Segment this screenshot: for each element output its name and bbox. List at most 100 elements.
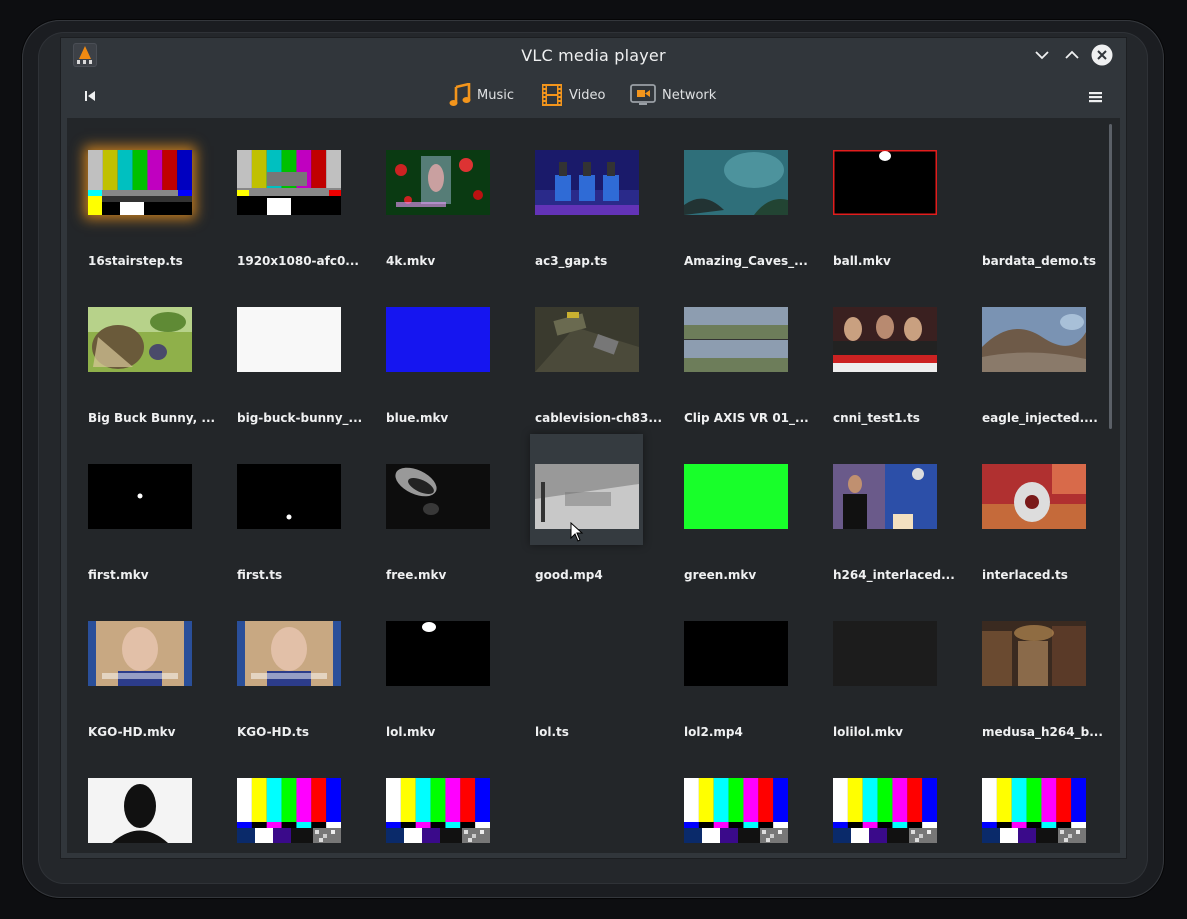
media-thumbnail (833, 778, 937, 843)
media-title: Amazing_Caves_... (684, 254, 808, 268)
scrollbar[interactable] (1109, 124, 1112, 429)
media-tile[interactable]: good.mp4 (520, 432, 669, 589)
network-camera-icon (630, 84, 656, 105)
media-title: lol.ts (535, 725, 569, 739)
media-title: cablevision-ch83... (535, 411, 663, 425)
media-thumbnail (833, 464, 937, 529)
media-tile[interactable]: eagle_injected.... (967, 275, 1116, 432)
close-button[interactable] (1090, 43, 1114, 67)
tab-network[interactable]: Network (630, 81, 716, 109)
media-tile[interactable]: ball.mkv (818, 118, 967, 275)
window-title: VLC media player (521, 46, 666, 65)
media-tile[interactable]: h264_interlaced... (818, 432, 967, 589)
media-thumbnail (684, 464, 788, 529)
vlc-window: VLC media player Music Video Network 16s… (61, 38, 1126, 858)
media-thumbnail (237, 464, 341, 529)
media-tile[interactable]: 4k.mkv (371, 118, 520, 275)
menu-button[interactable] (1086, 87, 1106, 107)
media-tile[interactable]: 16stairstep.ts (73, 118, 222, 275)
media-tile[interactable]: 1920x1080-afc0... (222, 118, 371, 275)
media-thumbnail (535, 307, 639, 372)
media-title: first.mkv (88, 568, 149, 582)
back-button[interactable] (81, 87, 99, 105)
media-thumbnail (386, 307, 490, 372)
tab-video[interactable]: Video (541, 81, 605, 109)
media-thumbnail (237, 150, 341, 215)
media-tile[interactable]: medusa_h264_b... (967, 589, 1116, 746)
media-tile[interactable]: Amazing_Caves_... (669, 118, 818, 275)
media-thumbnail (982, 621, 1086, 686)
media-title: Big Buck Bunny, ... (88, 411, 216, 425)
media-thumbnail (982, 150, 1086, 215)
close-icon (1091, 44, 1113, 66)
media-title: blue.mkv (386, 411, 449, 425)
film-strip-icon (542, 84, 562, 106)
media-tile[interactable] (818, 746, 967, 853)
media-thumbnail (386, 150, 490, 215)
chevron-up-icon (1065, 50, 1079, 59)
media-grid[interactable]: 16stairstep.ts 1920x1080-afc0... 4k.mkv ac3… (67, 118, 1120, 853)
media-title: h264_interlaced... (833, 568, 955, 582)
media-tile[interactable] (669, 746, 818, 853)
media-tile[interactable]: Big Buck Bunny, ... (73, 275, 222, 432)
media-thumbnail (88, 307, 192, 372)
media-title: ac3_gap.ts (535, 254, 608, 268)
media-thumbnail (833, 307, 937, 372)
media-tile[interactable]: blue.mkv (371, 275, 520, 432)
media-title: lol.mkv (386, 725, 436, 739)
media-tile[interactable]: lol2.mp4 (669, 589, 818, 746)
media-thumbnail (88, 464, 192, 529)
media-tile[interactable]: interlaced.ts (967, 432, 1116, 589)
mouse-pointer-icon (570, 521, 584, 542)
media-title: big-buck-bunny_... (237, 411, 363, 425)
media-thumbnail (684, 778, 788, 843)
chevron-down-icon (1035, 51, 1049, 60)
media-thumbnail (386, 621, 490, 686)
media-thumbnail (535, 150, 639, 215)
tab-music[interactable]: Music (449, 81, 514, 109)
media-tile[interactable]: lol.mkv (371, 589, 520, 746)
media-thumbnail (237, 778, 341, 843)
toolbar: Music Video Network (61, 76, 1126, 118)
media-thumbnail (982, 307, 1086, 372)
media-tile[interactable]: lol.ts (520, 589, 669, 746)
tab-video-label: Video (569, 87, 606, 103)
media-tile[interactable] (371, 746, 520, 853)
media-tile[interactable]: first.mkv (73, 432, 222, 589)
media-tile[interactable]: cablevision-ch83... (520, 275, 669, 432)
maximize-button[interactable] (1060, 43, 1084, 67)
media-tile[interactable]: bardata_demo.ts (967, 118, 1116, 275)
media-thumbnail (684, 307, 788, 372)
media-tile[interactable]: green.mkv (669, 432, 818, 589)
media-tile[interactable]: KGO-HD.ts (222, 589, 371, 746)
media-tile[interactable]: lolilol.mkv (818, 589, 967, 746)
hamburger-menu-icon (1089, 92, 1102, 103)
media-title: eagle_injected.... (982, 411, 1098, 425)
media-tile[interactable] (520, 746, 669, 853)
media-title: first.ts (237, 568, 283, 582)
media-thumbnail (684, 621, 788, 686)
media-thumbnail (684, 150, 788, 215)
media-tile[interactable] (222, 746, 371, 853)
media-tile[interactable]: ac3_gap.ts (520, 118, 669, 275)
media-tile[interactable]: big-buck-bunny_... (222, 275, 371, 432)
media-tile[interactable] (967, 746, 1116, 853)
media-tile[interactable] (73, 746, 222, 853)
media-tile[interactable]: cnni_test1.ts (818, 275, 967, 432)
media-tile[interactable]: KGO-HD.mkv (73, 589, 222, 746)
media-title: lol2.mp4 (684, 725, 743, 739)
media-title: free.mkv (386, 568, 447, 582)
media-tile[interactable]: first.ts (222, 432, 371, 589)
media-tile[interactable]: free.mkv (371, 432, 520, 589)
media-thumbnail (535, 621, 639, 686)
media-title: KGO-HD.ts (237, 725, 309, 739)
media-title: interlaced.ts (982, 568, 1068, 582)
media-thumbnail (386, 464, 490, 529)
media-title: KGO-HD.mkv (88, 725, 176, 739)
minimize-button[interactable] (1030, 43, 1054, 67)
media-thumbnail (535, 464, 639, 529)
media-tile[interactable]: Clip AXIS VR 01_... (669, 275, 818, 432)
title-bar[interactable]: VLC media player (61, 38, 1126, 76)
media-thumbnail (88, 621, 192, 686)
media-thumbnail (237, 621, 341, 686)
